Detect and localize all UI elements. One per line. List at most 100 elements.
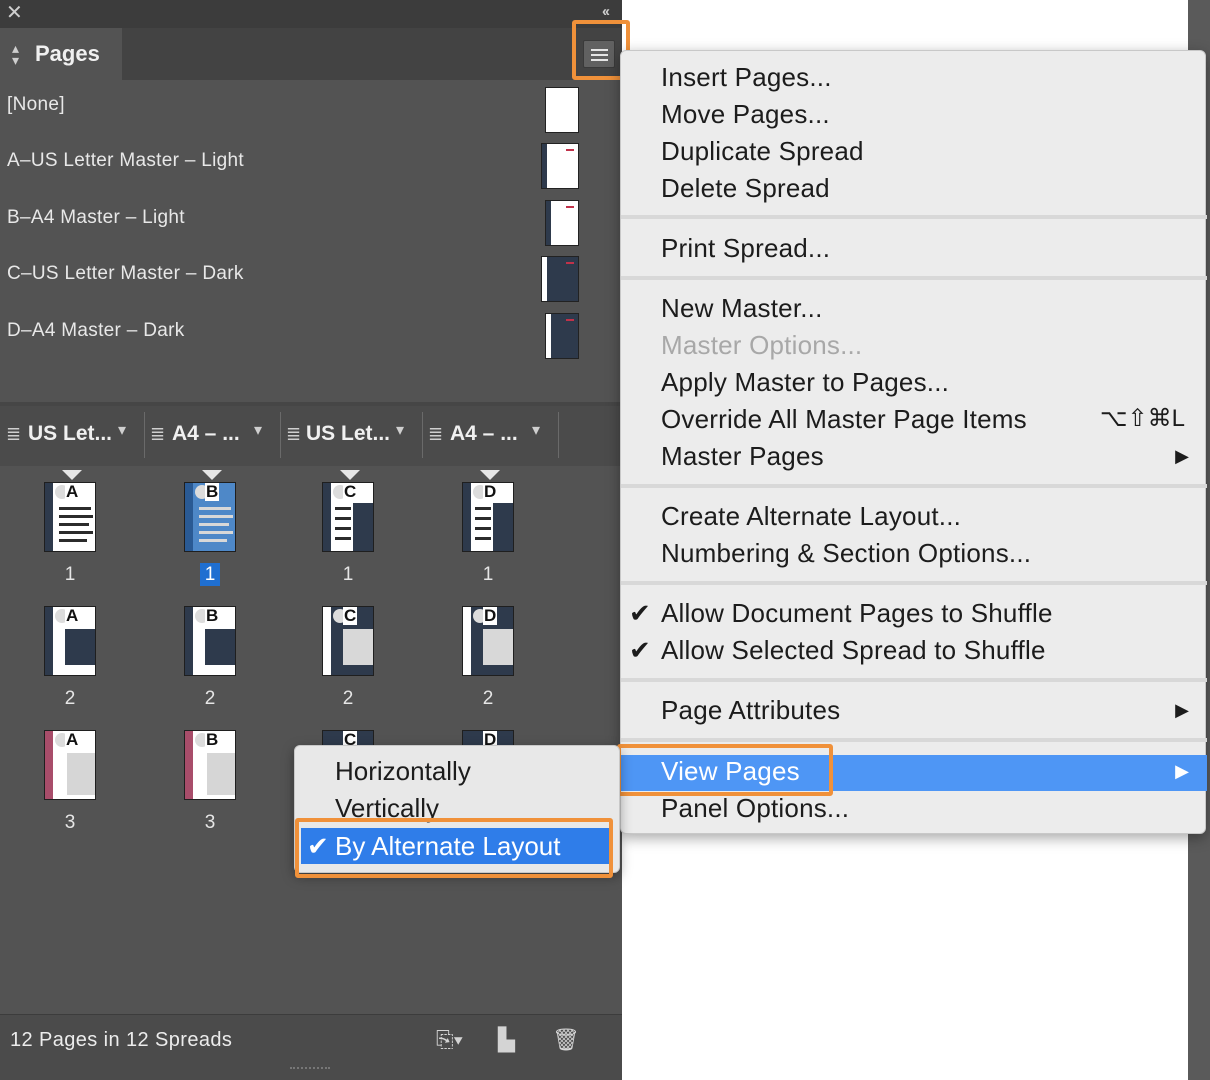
master-item-d[interactable]: D–A4 Master – Dark: [0, 306, 600, 362]
layout-name: US Let...: [28, 422, 113, 445]
tab-pages-label: Pages: [35, 41, 100, 66]
submenu-arrow-icon: ▶: [1175, 761, 1189, 781]
master-marker-icon: [480, 470, 500, 480]
resize-grip[interactable]: [290, 1067, 330, 1075]
menu-item-insert-pages[interactable]: Insert Pages...: [661, 61, 832, 93]
page-thumbnail[interactable]: A 1: [40, 466, 100, 606]
page-number: 2: [342, 688, 354, 709]
panel-tab-bar: ▴ ▾ Pages: [0, 28, 622, 80]
layout-column-3[interactable]: ≣ US Let... ▾: [282, 406, 420, 464]
master-item-a[interactable]: A–US Letter Master – Light: [0, 136, 600, 192]
grip-icon: ≣: [6, 424, 22, 444]
chevron-down-icon[interactable]: ▾: [118, 420, 126, 440]
layout-column-2[interactable]: ≣ A4 – ... ▾: [146, 406, 278, 464]
close-icon[interactable]: ✕: [6, 3, 23, 23]
page-master-letter: B: [205, 730, 220, 749]
menu-item-master-options: Master Options...: [661, 330, 863, 360]
master-name: C–US Letter Master – Dark: [7, 263, 244, 284]
master-name: B–A4 Master – Light: [7, 207, 185, 228]
layout-name: A4 – ...: [450, 422, 518, 445]
page-number: 2: [204, 688, 216, 709]
menu-item-page-attributes[interactable]: Page Attributes: [661, 694, 840, 726]
menu-item-new-master[interactable]: New Master...: [661, 292, 823, 324]
page-preview: D: [462, 482, 514, 552]
page-thumbnail-selected[interactable]: B 1: [180, 466, 240, 606]
submenu-item-horizontally[interactable]: Horizontally: [335, 755, 471, 787]
master-item-none[interactable]: [None]: [0, 80, 600, 136]
page-master-letter: D: [483, 482, 498, 501]
menu-item-print-spread[interactable]: Print Spread...: [661, 232, 830, 264]
menu-item-apply-master[interactable]: Apply Master to Pages...: [661, 366, 949, 398]
by-alternate-layout-callout: [295, 818, 613, 878]
new-page-icon[interactable]: ▙: [498, 1027, 515, 1053]
menu-item-override-all[interactable]: Override All Master Page Items: [661, 403, 1027, 435]
master-thumbnail: [541, 256, 579, 302]
page-thumbnail[interactable]: D 2: [458, 590, 518, 730]
page-master-letter: D: [483, 606, 498, 625]
document-pages-area: A 1 B 1 C 1 D 1 A 2 B 2 C 2 D 2 A 3 B 3 …: [0, 466, 622, 1014]
page-count-status: 12 Pages in 12 Spreads: [10, 1029, 233, 1051]
page-thumbnail[interactable]: B 2: [180, 590, 240, 730]
pages-panel-menu: Insert Pages... Move Pages... Duplicate …: [620, 50, 1207, 834]
page-number: 2: [64, 688, 76, 709]
menu-separator: [621, 678, 1207, 682]
page-number-selected: 1: [199, 563, 221, 586]
page-master-letter: B: [205, 482, 220, 501]
menu-separator: [621, 484, 1207, 488]
page-thumbnail[interactable]: B 3: [180, 714, 240, 854]
page-master-letter: A: [65, 482, 80, 501]
chevron-down-icon[interactable]: ▾: [532, 420, 540, 440]
menu-item-allow-spread-shuffle[interactable]: Allow Selected Spread to Shuffle: [661, 634, 1046, 666]
panel-title-bar: ✕ ‹‹: [0, 0, 622, 28]
menu-item-numbering-section[interactable]: Numbering & Section Options...: [661, 537, 1031, 569]
master-marker-icon: [202, 470, 222, 480]
page-number: 1: [64, 564, 76, 585]
master-marker-icon: [62, 470, 82, 480]
master-pages-list: [None] A–US Letter Master – Light B–A4 M…: [0, 80, 622, 402]
menu-item-move-pages[interactable]: Move Pages...: [661, 98, 830, 130]
pages-panel: ✕ ‹‹ ▴ ▾ Pages [None] A–US Letter Master …: [0, 0, 630, 1080]
layout-separator: [558, 412, 559, 458]
master-thumbnail: [545, 313, 579, 359]
master-item-b[interactable]: B–A4 Master – Light: [0, 193, 600, 249]
trash-icon[interactable]: 🗑: [552, 1027, 580, 1053]
menu-separator: [621, 738, 1207, 742]
layout-separator: [422, 412, 423, 458]
page-thumbnail[interactable]: D 1: [458, 466, 518, 606]
page-number: 1: [342, 564, 354, 585]
page-thumbnail[interactable]: A 3: [40, 714, 100, 854]
page-preview: A: [44, 482, 96, 552]
page-preview: B: [184, 606, 236, 676]
layout-column-1[interactable]: ≣ US Let... ▾: [0, 406, 142, 464]
view-pages-callout: [617, 744, 833, 796]
menu-separator: [621, 276, 1207, 280]
chevron-down-icon[interactable]: ▾: [396, 420, 404, 440]
menu-item-delete-spread[interactable]: Delete Spread: [661, 172, 830, 204]
page-thumbnail[interactable]: A 2: [40, 590, 100, 730]
layout-column-4[interactable]: ≣ A4 – ... ▾: [424, 406, 556, 464]
menu-item-panel-options[interactable]: Panel Options...: [661, 792, 849, 824]
menu-item-create-alternate-layout[interactable]: Create Alternate Layout...: [661, 500, 961, 532]
page-number: 1: [482, 564, 494, 585]
tab-pages[interactable]: ▴ ▾ Pages: [0, 28, 122, 80]
page-preview: B: [184, 730, 236, 800]
sort-arrows-icon: ▴ ▾: [12, 40, 20, 68]
page-number: 2: [482, 688, 494, 709]
collapse-icon[interactable]: ‹‹: [602, 3, 610, 20]
layout-separator: [280, 412, 281, 458]
page-thumbnail[interactable]: C 2: [318, 590, 378, 730]
layout-name: A4 – ...: [172, 422, 240, 445]
master-item-c[interactable]: C–US Letter Master – Dark: [0, 249, 600, 305]
checkmark-icon: ✔: [629, 635, 651, 665]
chevron-down-icon[interactable]: ▾: [254, 420, 262, 440]
grip-icon: ≣: [286, 424, 302, 444]
page-thumbnail[interactable]: C 1: [318, 466, 378, 606]
page-preview: A: [44, 606, 96, 676]
menu-item-master-pages[interactable]: Master Pages: [661, 440, 824, 472]
menu-item-allow-document-shuffle[interactable]: Allow Document Pages to Shuffle: [661, 597, 1053, 629]
page-number: 1: [180, 563, 240, 586]
alternate-layout-header: ≣ US Let... ▾ ≣ A4 – ... ▾ ≣ US Let... ▾…: [0, 406, 622, 466]
edit-page-size-icon[interactable]: ⎘▾: [436, 1027, 463, 1053]
menu-item-duplicate-spread[interactable]: Duplicate Spread: [661, 135, 864, 167]
page-preview: C: [322, 606, 374, 676]
